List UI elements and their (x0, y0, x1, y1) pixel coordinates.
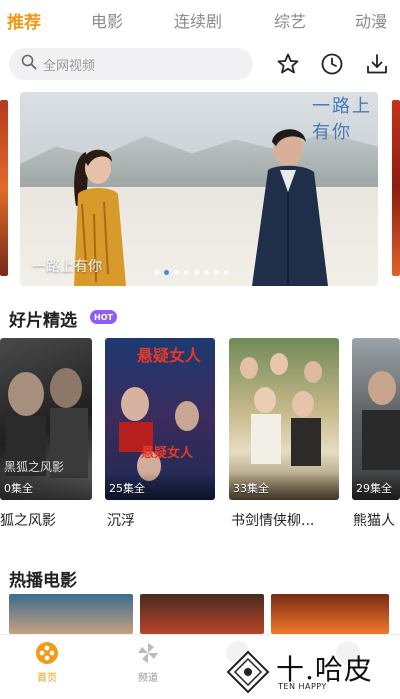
search-bar[interactable]: 全网视频 (9, 48, 253, 80)
star-icon[interactable] (274, 50, 302, 78)
poster-card-4[interactable]: 29集全 (352, 338, 400, 500)
poster-2-logo: 悬疑女人 (137, 346, 202, 365)
poster-card-3[interactable]: 33集全 (229, 338, 339, 500)
carousel-dot[interactable] (154, 270, 159, 275)
poster-title-3[interactable]: 书剑情侠柳... (231, 510, 314, 530)
poster-title-2[interactable]: 沉浮 (107, 510, 135, 530)
poster-title-4[interactable]: 熊猫人 (353, 510, 395, 530)
download-icon[interactable] (363, 50, 391, 78)
nav-home[interactable]: 首页 (27, 641, 67, 684)
featured-section-title: 好片精选 (9, 311, 77, 331)
category-tabs: 推荐 电影 连续剧 综艺 动漫 (0, 0, 400, 38)
hot-movies-section-title: 热播电影 (9, 571, 77, 591)
channel-pinwheel-icon (138, 643, 158, 663)
carousel-dot[interactable] (194, 270, 199, 275)
home-film-reel-icon (36, 642, 58, 664)
tab-anime[interactable]: 动漫 (355, 8, 387, 32)
carousel-dot[interactable] (224, 270, 229, 275)
movie-card-3[interactable] (271, 594, 389, 634)
clock-icon[interactable] (318, 50, 346, 78)
watermark-subtext: TEN HAPPY (278, 682, 327, 691)
banner-carousel[interactable]: 一路上有你 一路上有你 (20, 92, 378, 286)
episode-count: 0集全 (4, 482, 33, 495)
movie-card-1[interactable] (9, 594, 133, 634)
watermark-diamond-icon (226, 650, 270, 694)
nav-channels[interactable]: 频道 (128, 641, 168, 684)
episode-count: 29集全 (356, 482, 392, 495)
carousel-dot[interactable] (214, 270, 219, 275)
tab-series[interactable]: 连续剧 (174, 8, 222, 32)
poster-card-2[interactable]: 悬疑女人 悬疑女人 25集全 (105, 338, 215, 500)
banner-caption: 一路上有你 (32, 259, 102, 275)
nav-channels-label: 频道 (138, 673, 158, 684)
nav-home-label: 首页 (37, 673, 57, 684)
carousel-dots (154, 270, 229, 275)
poster-2-logo-secondary: 悬疑女人 (141, 446, 194, 461)
carousel-dot[interactable] (184, 270, 189, 275)
tab-recommend[interactable]: 推荐 (7, 8, 41, 33)
banner-next-peek[interactable] (392, 100, 400, 276)
tab-movies[interactable]: 电影 (91, 8, 123, 32)
tab-variety[interactable]: 综艺 (274, 8, 306, 32)
carousel-dot[interactable] (174, 270, 179, 275)
carousel-dot[interactable] (204, 270, 209, 275)
movie-card-2[interactable] (140, 594, 264, 634)
hot-badge: HOT (90, 310, 117, 324)
banner-prev-peek[interactable] (0, 100, 8, 276)
watermark-logo: 十.哈皮 TEN HAPPY (226, 648, 386, 694)
poster-card-1[interactable]: 黑狐之风影 0集全 (0, 338, 92, 500)
search-input[interactable]: 全网视频 (43, 55, 95, 74)
poster-title-1[interactable]: 狐之风影 (0, 510, 56, 530)
carousel-dot[interactable] (164, 270, 169, 275)
episode-count: 33集全 (233, 482, 269, 495)
episode-count: 25集全 (109, 482, 145, 495)
banner-man-figure (252, 129, 328, 286)
search-icon (21, 54, 37, 74)
